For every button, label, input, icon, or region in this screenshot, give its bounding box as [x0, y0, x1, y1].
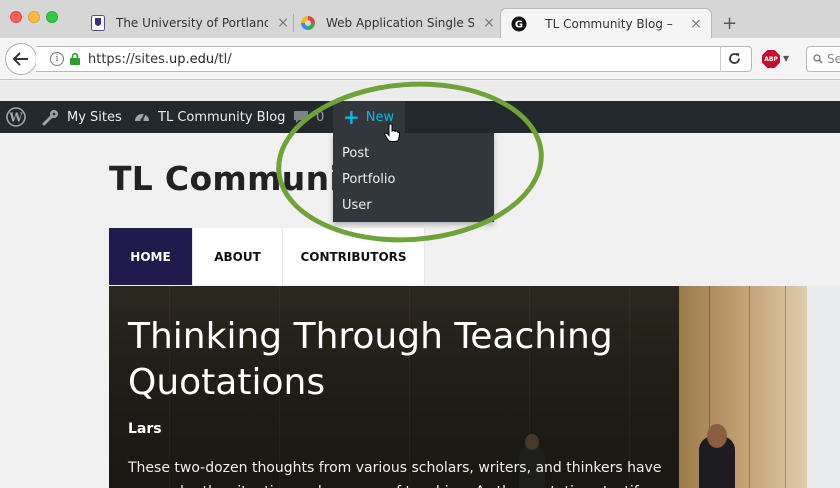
tab-separator — [293, 14, 294, 32]
up-shield-icon — [90, 15, 106, 31]
search-icon — [813, 54, 823, 64]
close-window-button[interactable] — [10, 11, 22, 23]
hand-pointer-cursor-icon — [384, 123, 401, 147]
my-sites-menu[interactable]: My Sites — [42, 101, 122, 133]
site-name-label: TL Community Blog — [158, 109, 286, 125]
wordpress-logo-button[interactable]: W — [6, 101, 26, 133]
pinwheel-icon — [300, 15, 316, 31]
post-excerpt: These two-dozen thoughts from various sc… — [128, 460, 662, 488]
hero-photo-person-head — [707, 424, 727, 448]
back-button[interactable] — [5, 43, 37, 75]
close-tab-icon[interactable]: × — [689, 16, 703, 32]
zoom-window-button[interactable] — [46, 11, 58, 23]
dashboard-gauge-icon — [133, 108, 151, 126]
lock-icon[interactable] — [70, 53, 80, 65]
comment-count: 0 — [316, 109, 325, 125]
tab-tl-community-blog[interactable]: G TL Community Blog – × — [500, 8, 712, 38]
tab-strip: The University of Portland × Web Applica… — [0, 0, 840, 38]
close-tab-icon[interactable]: × — [482, 15, 496, 31]
toolbar-spacer — [0, 81, 840, 101]
primary-menu: HOME ABOUT CONTRIBUTORS — [109, 228, 425, 285]
featured-post-hero[interactable]: Thinking Through Teaching Quotations Lar… — [109, 286, 840, 488]
new-menu-item-post[interactable]: Post — [333, 140, 494, 166]
menu-item-contributors[interactable]: CONTRIBUTORS — [283, 228, 425, 285]
address-bar[interactable]: i https://sites.up.edu/tl/ — [36, 46, 752, 72]
new-tab-button[interactable]: + — [722, 13, 737, 34]
info-icon[interactable]: i — [50, 52, 64, 66]
new-menu-item-portfolio[interactable]: Portfolio — [333, 166, 494, 192]
new-menu-item-user[interactable]: User — [333, 192, 494, 218]
navigation-toolbar: i https://sites.up.edu/tl/ ABP ▼ Se — [0, 38, 840, 80]
tab-university-of-portland[interactable]: The University of Portland × — [90, 8, 290, 38]
wordpress-icon: W — [6, 107, 26, 127]
tab-web-application-sso[interactable]: Web Application Single Sig… × — [300, 8, 496, 38]
tab-title: The University of Portland — [116, 16, 268, 30]
svg-text:G: G — [515, 19, 523, 30]
back-arrow-icon — [13, 52, 28, 66]
plus-icon: + — [343, 105, 360, 129]
minimize-window-button[interactable] — [28, 11, 40, 23]
chevron-down-icon[interactable]: ▼ — [783, 54, 789, 63]
close-tab-icon[interactable]: × — [276, 15, 290, 31]
post-title-link[interactable]: Thinking Through Teaching Quotations — [128, 314, 668, 406]
g-circle-icon: G — [511, 16, 527, 32]
site-title[interactable]: TL Communi — [109, 159, 341, 198]
adblock-plus-icon[interactable]: ABP — [762, 50, 780, 68]
reload-icon[interactable] — [728, 52, 741, 69]
menu-item-about[interactable]: ABOUT — [193, 228, 283, 285]
comments-menu[interactable]: 0 — [293, 101, 324, 133]
hero-photo-panel — [785, 286, 786, 488]
url-text: https://sites.up.edu/tl/ — [88, 51, 232, 67]
comment-bubble-icon — [293, 110, 309, 124]
wp-admin-bar: W My Sites TL Community Blog 0 + New — [0, 101, 840, 133]
hero-photo-panel — [749, 286, 750, 488]
url-divider — [720, 46, 721, 72]
menu-item-home[interactable]: HOME — [109, 228, 193, 285]
new-content-dropdown: Post Portfolio User — [333, 133, 494, 222]
post-author[interactable]: Lars — [128, 421, 162, 437]
tab-title: Web Application Single Sig… — [326, 16, 474, 30]
hero-photo-whiteboard — [807, 286, 840, 488]
search-placeholder: Se — [827, 52, 840, 66]
wrench-key-icon — [42, 108, 60, 126]
tab-title: TL Community Blog – — [545, 16, 673, 31]
svg-text:W: W — [8, 111, 23, 125]
site-name-menu[interactable]: TL Community Blog — [133, 101, 285, 133]
search-input[interactable]: Se — [806, 46, 840, 72]
my-sites-label: My Sites — [67, 109, 122, 125]
